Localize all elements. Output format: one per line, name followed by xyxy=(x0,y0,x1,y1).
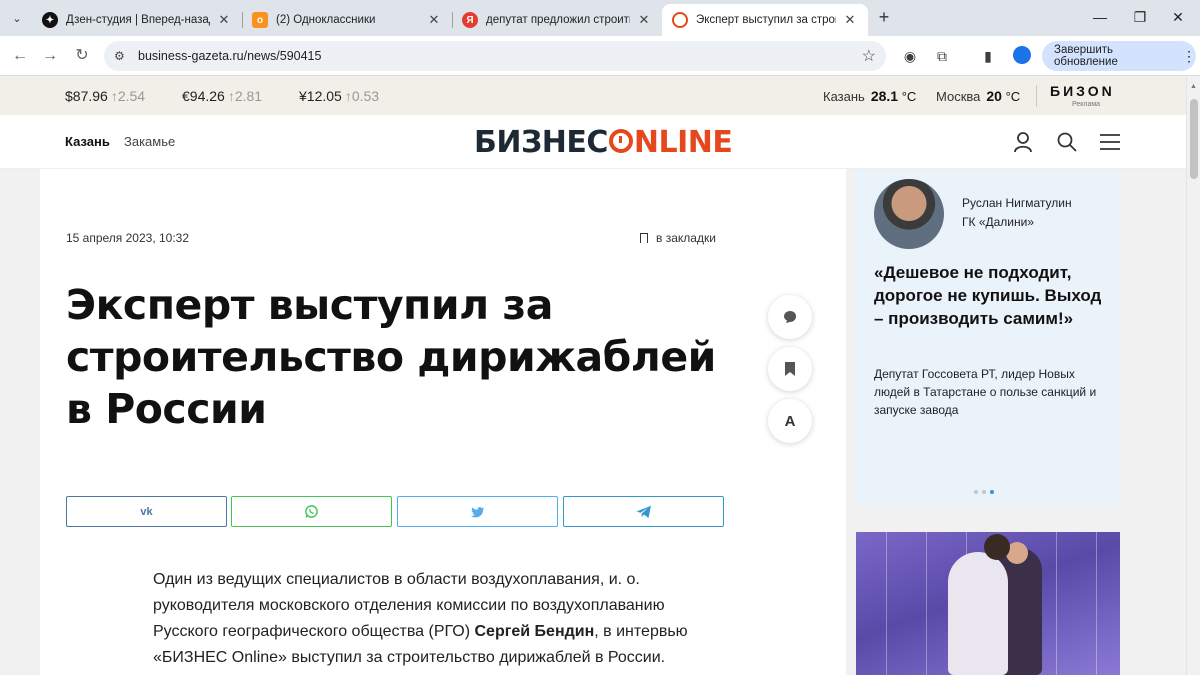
user-icon[interactable] xyxy=(1012,131,1034,153)
close-icon[interactable]: ✕ xyxy=(426,12,442,28)
whatsapp-icon xyxy=(305,505,318,518)
page-scrollbar[interactable]: ▲ xyxy=(1186,77,1200,675)
quote-description: Депутат Госсовета РТ, лидер Новых людей … xyxy=(874,367,1097,417)
forward-button[interactable]: → xyxy=(40,46,60,66)
back-button[interactable]: ← xyxy=(10,46,30,66)
currency-weather-bar: $87.96 ↑2.54 €94.26 ↑2.81 ¥12.05 ↑0.53 Каза… xyxy=(0,77,1186,115)
bookmark-icon xyxy=(640,233,648,243)
update-button[interactable]: Завершить обновление ⋮ xyxy=(1042,41,1196,71)
tab-title: (2) Одноклассники xyxy=(276,14,376,26)
twitter-icon xyxy=(470,506,484,517)
tab-business-online[interactable]: Эксперт выступил за строител ✕ xyxy=(662,4,868,36)
article-date: 15 апреля 2023, 10:32 xyxy=(66,231,190,245)
site-info-icon[interactable]: ⚙ xyxy=(114,49,125,63)
tab-title: депутат предложил строить д xyxy=(486,14,630,26)
share-whatsapp-button[interactable] xyxy=(231,496,392,527)
menu-dots-icon: ⋮ xyxy=(1182,47,1196,64)
tab-yandex[interactable]: Я депутат предложил строить д ✕ xyxy=(452,4,662,36)
quote-person-org: ГК «Далини» xyxy=(962,215,1035,229)
vk-icon: vk xyxy=(140,505,153,518)
weather-kazan: Казань 28.1 °C xyxy=(823,88,917,104)
weather-moscow: Москва 20 °C xyxy=(936,88,1021,104)
comments-button[interactable] xyxy=(768,295,812,339)
close-icon[interactable]: ✕ xyxy=(636,12,652,28)
bookmark-button[interactable] xyxy=(768,347,812,391)
bookmark-icon xyxy=(785,362,795,376)
tab-strip: ⌄ ✦ Дзен-студия | Вперед-назад к ✕ о (2)… xyxy=(0,0,1200,36)
quote-person-name: Руслан Нигматулин xyxy=(962,196,1072,210)
reload-button[interactable]: ↻ xyxy=(72,46,92,66)
scroll-up-icon[interactable]: ▲ xyxy=(1190,83,1197,90)
close-icon[interactable]: ✕ xyxy=(842,12,858,28)
share-twitter-button[interactable] xyxy=(397,496,558,527)
yandex-icon: Я xyxy=(462,12,478,28)
telegram-icon xyxy=(636,505,651,518)
quote-card[interactable]: Руслан Нигматулин ГК «Далини» «Дешевое н… xyxy=(856,169,1120,505)
article-headline: Эксперт выступил за строительство дирижа… xyxy=(66,281,716,433)
eur-rate: €94.26 ↑2.81 xyxy=(182,88,263,104)
bookmark-star-icon[interactable]: ☆ xyxy=(862,46,876,66)
restore-button[interactable]: ❐ xyxy=(1130,9,1150,26)
nav-kazan[interactable]: Казань xyxy=(65,134,110,149)
bo-icon xyxy=(672,12,688,28)
comment-icon xyxy=(784,311,796,323)
quote-text: «Дешевое не подходит, дорогое не купишь.… xyxy=(874,263,1102,328)
address-bar[interactable]: ⚙ business-gazeta.ru/news/590415 ☆ xyxy=(104,41,886,71)
quote-avatar xyxy=(874,179,944,249)
site-header: Казань Закамье БИЗНЕС NLINE xyxy=(0,115,1186,169)
carousel-dots[interactable] xyxy=(974,481,998,499)
usd-rate: $87.96 ↑2.54 xyxy=(65,88,146,104)
tab-title: Дзен-студия | Вперед-назад к xyxy=(66,14,210,26)
ok-icon: о xyxy=(252,12,268,28)
web-page: $87.96 ↑2.54 €94.26 ↑2.81 ¥12.05 ↑0.53 Каза… xyxy=(0,77,1186,675)
close-icon[interactable]: ✕ xyxy=(216,12,232,28)
scrollbar-thumb[interactable] xyxy=(1190,99,1198,179)
bookmark-link[interactable]: в закладки xyxy=(640,231,716,245)
search-icon[interactable] xyxy=(1056,131,1078,153)
extension-icon[interactable]: ◉ xyxy=(900,46,920,66)
update-label: Завершить обновление xyxy=(1054,44,1118,68)
profile-avatar[interactable] xyxy=(1013,46,1031,64)
minimize-button[interactable]: — xyxy=(1090,9,1110,25)
article: 15 апреля 2023, 10:32 в закладки Эксперт… xyxy=(40,169,846,675)
puzzle-icon[interactable]: ⧉ xyxy=(932,46,952,66)
url-text[interactable]: business-gazeta.ru/news/590415 xyxy=(138,49,321,63)
partner-logo[interactable]: БИЗОN xyxy=(1050,83,1115,99)
side-panel-icon[interactable]: ▮ xyxy=(978,46,998,66)
new-tab-button[interactable]: + xyxy=(874,8,894,28)
cny-rate: ¥12.05 ↑0.53 xyxy=(299,88,380,104)
share-vk-button[interactable]: vk xyxy=(66,496,227,527)
tab-dzen[interactable]: ✦ Дзен-студия | Вперед-назад к ✕ xyxy=(32,4,242,36)
site-logo[interactable]: БИЗНЕС NLINE xyxy=(474,125,733,160)
tab-ok[interactable]: о (2) Одноклассники ✕ xyxy=(242,4,452,36)
tab-title: Эксперт выступил за строител xyxy=(696,14,836,26)
menu-icon[interactable] xyxy=(1099,131,1121,153)
article-body: Один из ведущих специалистов в области в… xyxy=(153,571,688,666)
nav-zakamye[interactable]: Закамье xyxy=(124,134,175,149)
close-window-button[interactable]: ✕ xyxy=(1168,9,1188,26)
dzen-icon: ✦ xyxy=(42,12,58,28)
font-size-button[interactable]: A xyxy=(768,399,812,443)
tab-search-button[interactable]: ⌄ xyxy=(6,7,28,29)
news-photo[interactable] xyxy=(856,532,1120,675)
share-telegram-button[interactable] xyxy=(563,496,724,527)
ad-label: Реклама xyxy=(1072,101,1101,108)
